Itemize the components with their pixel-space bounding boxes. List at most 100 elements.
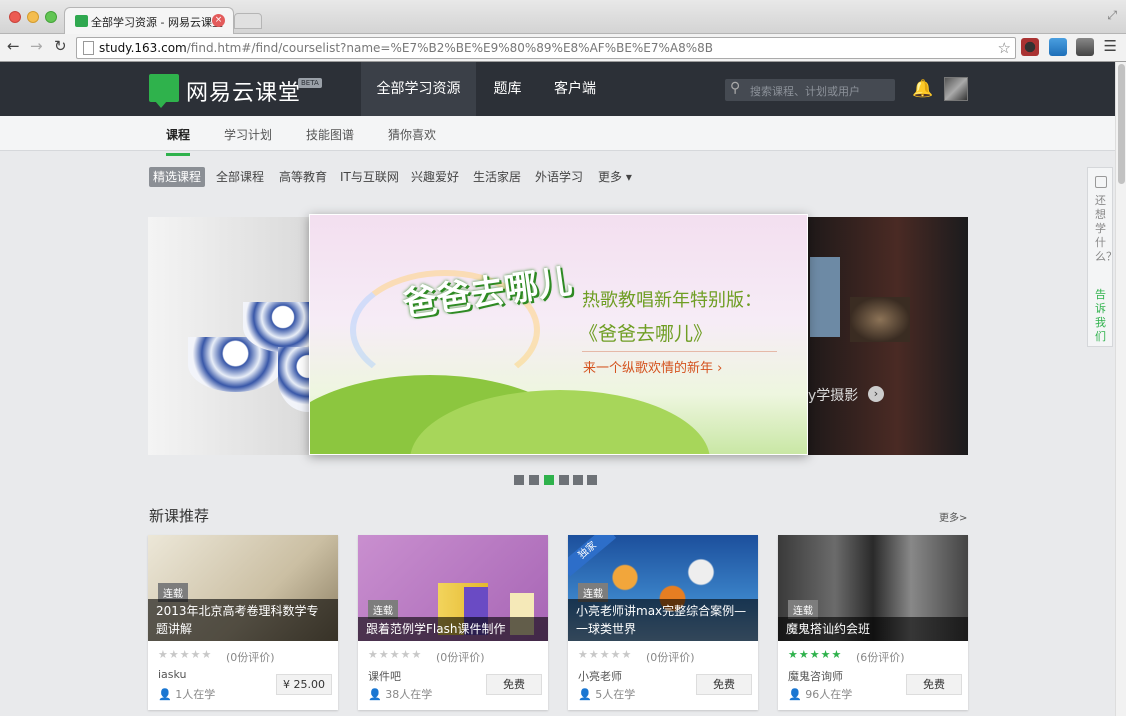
banner-cta-link[interactable]: 来一个纵歌欢情的新年 › <box>583 357 722 376</box>
extension-new-icon[interactable] <box>1021 38 1039 56</box>
avatar[interactable] <box>944 77 968 101</box>
carousel-dot[interactable] <box>573 475 583 485</box>
price-button[interactable]: ¥ 25.00 <box>276 674 332 695</box>
notification-bell-icon[interactable]: 🔔 <box>912 79 933 99</box>
student-count: 👤 5人在学 <box>578 688 636 701</box>
banner-divider <box>582 351 777 352</box>
rating-stars-icon: ★★★★★ <box>158 648 213 661</box>
page-scrollbar[interactable] <box>1115 62 1126 716</box>
subnav-study-plans[interactable]: 学习计划 <box>224 126 272 143</box>
fullscreen-icon[interactable]: ⤢ <box>1107 8 1117 23</box>
course-thumbnail[interactable]: 独家 连载 小亮老师讲max完整综合案例—一球类世界 <box>568 535 758 641</box>
carousel-dot[interactable] <box>529 475 539 485</box>
next-slide-caption: y学摄影 <box>808 388 859 404</box>
new-tab-button[interactable] <box>234 13 262 29</box>
course-author[interactable]: iasku <box>158 668 187 681</box>
scrollbar-thumb[interactable] <box>1118 64 1125 184</box>
course-author[interactable]: 小亮老师 <box>578 668 622 684</box>
window-maximize-button[interactable] <box>45 11 57 23</box>
search-input[interactable]: ⚲ 搜索课程、计划或用户 <box>725 79 895 101</box>
course-thumbnail[interactable]: 连载 跟着范例学Flash课件制作 <box>358 535 548 641</box>
carousel-dot[interactable] <box>514 475 524 485</box>
course-card[interactable]: 独家 连载 小亮老师讲max完整综合案例—一球类世界 ★★★★★ (0份评价) … <box>568 535 758 710</box>
browser-menu-icon[interactable]: ☰ <box>1104 37 1117 55</box>
review-count: (0份评价) <box>646 651 695 664</box>
logo-text[interactable]: 网易云课堂 <box>186 75 301 107</box>
url-bar[interactable]: study.163.com/find.htm#/find/courselist?… <box>76 37 1016 59</box>
filter-higher-education[interactable]: 高等教育 <box>275 167 331 187</box>
course-card[interactable]: 连载 2013年北京高考卷理科数学专题讲解 ★★★★★ (0份评价) iasku… <box>148 535 338 710</box>
price-button[interactable]: 免费 <box>696 674 752 695</box>
feedback-tab[interactable]: 还想学什么？ 告诉我们 <box>1087 167 1117 347</box>
logo-icon[interactable] <box>149 74 179 108</box>
tab-title: 全部学习资源 - 网易云课堂 <box>91 16 223 29</box>
filter-all[interactable]: 全部课程 <box>212 167 268 187</box>
course-card[interactable]: 连载 跟着范例学Flash课件制作 ★★★★★ (0份评价) 课件吧 👤 38人… <box>358 535 548 710</box>
rating-stars-icon: ★★★★★ <box>368 648 423 661</box>
address-toolbar: ← → ↻ study.163.com/find.htm#/find/cours… <box>0 34 1126 62</box>
search-icon[interactable]: ⚲ <box>730 80 740 96</box>
student-count: 👤 1人在学 <box>158 688 216 701</box>
nav-question-bank[interactable]: 题库 <box>480 62 535 116</box>
more-link[interactable]: 更多> <box>939 509 967 524</box>
price-button[interactable]: 免费 <box>486 674 542 695</box>
favicon-icon <box>75 15 88 27</box>
browser-titlebar: 全部学习资源 - 网易云课堂 × ⤢ <box>0 0 1126 35</box>
course-title[interactable]: 2013年北京高考卷理科数学专题讲解 <box>148 599 338 641</box>
carousel-dot-active[interactable] <box>544 475 554 485</box>
filter-home-life[interactable]: 生活家居 <box>469 167 525 187</box>
tab-close-icon[interactable]: × <box>212 14 225 27</box>
section-title: 新课推荐 <box>149 507 210 525</box>
course-thumbnail[interactable]: 连载 2013年北京高考卷理科数学专题讲解 <box>148 535 338 641</box>
cat-image <box>850 297 910 342</box>
subnav-courses[interactable]: 课程 <box>166 126 191 156</box>
price-button[interactable]: 免费 <box>906 674 962 695</box>
nav-all-resources[interactable]: 全部学习资源 <box>361 62 476 116</box>
search-placeholder: 搜索课程、计划或用户 <box>750 85 860 98</box>
course-thumbnail[interactable]: 连载 魔鬼搭讪约会班 <box>778 535 968 641</box>
bookmark-star-icon[interactable]: ☆ <box>998 39 1011 57</box>
extension-screenshot-icon[interactable] <box>1049 38 1067 56</box>
course-title[interactable]: 魔鬼搭讪约会班 <box>778 617 968 641</box>
subnav-skill-map[interactable]: 技能图谱 <box>306 126 354 143</box>
carousel-main-slide[interactable]: 爸爸去哪儿 热歌教唱新年特别版： 《爸爸去哪儿》 来一个纵歌欢情的新年 › <box>309 214 808 455</box>
filter-hobbies[interactable]: 兴趣爱好 <box>407 167 463 187</box>
filter-it-internet[interactable]: IT与互联网 <box>336 167 403 187</box>
subnav-recommendations[interactable]: 猜你喜欢 <box>388 126 436 143</box>
feedback-link[interactable]: 告诉我们 <box>1095 288 1107 344</box>
course-card[interactable]: 连载 魔鬼搭讪约会班 ★★★★★ (6份评价) 魔鬼咨询师 👤 96人在学 免费 <box>778 535 968 710</box>
nav-client[interactable]: 客户端 <box>545 62 605 116</box>
filter-featured[interactable]: 精选课程 <box>149 167 206 187</box>
review-count: (6份评价) <box>856 651 905 664</box>
reload-icon[interactable]: ↻ <box>54 37 67 55</box>
filter-languages[interactable]: 外语学习 <box>531 167 587 187</box>
exclusive-badge: 独家 <box>568 535 617 577</box>
course-author[interactable]: 课件吧 <box>368 668 401 684</box>
back-arrow-icon[interactable]: ← <box>7 37 20 55</box>
browser-tab[interactable]: 全部学习资源 - 网易云课堂 × <box>64 7 234 35</box>
bowl-image <box>243 302 318 352</box>
next-slide-arrow-icon[interactable]: › <box>868 386 884 402</box>
rating-stars-icon: ★★★★★ <box>788 648 843 661</box>
course-title[interactable]: 跟着范例学Flash课件制作 <box>358 617 548 641</box>
page-icon <box>83 41 94 55</box>
carousel-prev-slide[interactable] <box>148 217 318 455</box>
book-image <box>810 257 840 337</box>
student-count: 👤 38人在学 <box>368 688 433 701</box>
course-title[interactable]: 小亮老师讲max完整综合案例—一球类世界 <box>568 599 758 641</box>
course-author[interactable]: 魔鬼咨询师 <box>788 668 843 684</box>
sub-navigation: 课程 学习计划 技能图谱 猜你喜欢 <box>0 116 1126 156</box>
feedback-text: 还想学什么？ <box>1095 194 1117 263</box>
extension-camera-icon[interactable] <box>1076 38 1094 56</box>
carousel-dot[interactable] <box>587 475 597 485</box>
url-text[interactable]: study.163.com/find.htm#/find/courselist?… <box>99 41 713 55</box>
window-close-button[interactable] <box>9 11 21 23</box>
carousel-dot[interactable] <box>559 475 569 485</box>
rating-stars-icon: ★★★★★ <box>578 648 633 661</box>
forward-arrow-icon[interactable]: → <box>30 37 43 55</box>
beta-badge: BETA <box>298 78 322 88</box>
carousel-next-slide[interactable]: y学摄影 › <box>790 217 968 455</box>
window-minimize-button[interactable] <box>27 11 39 23</box>
student-count: 👤 96人在学 <box>788 688 853 701</box>
filter-more[interactable]: 更多 ▾ <box>594 167 636 187</box>
